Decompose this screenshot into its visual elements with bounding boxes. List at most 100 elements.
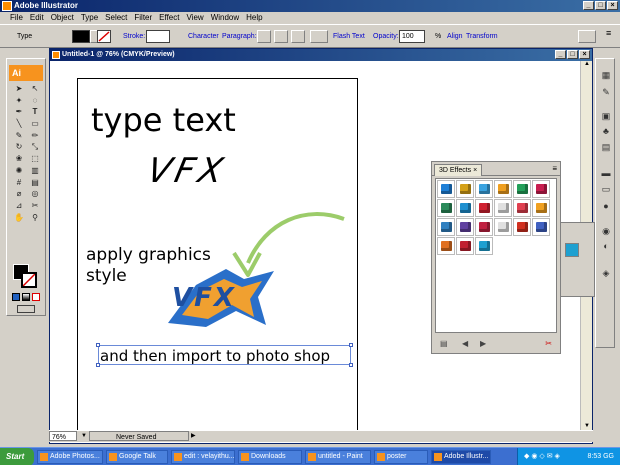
graphic-style-swatch[interactable] [532, 180, 550, 198]
graphic-style-swatch[interactable] [513, 218, 531, 236]
hand-tool-icon[interactable]: ✋ [11, 212, 27, 224]
menu-effect[interactable]: Effect [159, 12, 179, 24]
control-options-button[interactable] [578, 30, 596, 43]
taskbar-button-google-talk[interactable]: Google Talk [106, 449, 168, 464]
selection-handle[interactable] [96, 363, 100, 367]
pen-tool-icon[interactable]: ✒ [11, 106, 27, 118]
next-arrow-icon[interactable]: ▶ [480, 339, 486, 348]
menu-help[interactable]: Help [246, 12, 262, 24]
vfx-styled-text[interactable]: VFX [172, 283, 236, 313]
appearance-panel-icon[interactable]: ● [600, 200, 612, 212]
menu-window[interactable]: Window [211, 12, 239, 24]
zoom-dropdown-icon[interactable]: ▼ [81, 431, 87, 442]
color-mode-button[interactable] [12, 293, 20, 301]
graphic-style-swatch[interactable] [475, 199, 493, 217]
graphic-style-swatch[interactable] [494, 199, 512, 217]
type-tool-icon[interactable]: T [27, 106, 43, 118]
break-link-icon[interactable]: ✂ [545, 339, 552, 348]
graphic-style-swatch[interactable] [437, 237, 455, 255]
menu-edit[interactable]: Edit [30, 12, 44, 24]
previous-arrow-icon[interactable]: ◀ [462, 339, 468, 348]
color-panel-icon[interactable]: ◉ [600, 225, 612, 237]
rectangle-tool-icon[interactable]: ▭ [27, 118, 43, 130]
gradient-mode-button[interactable] [22, 293, 30, 301]
graphic-style-swatch[interactable] [475, 237, 493, 255]
scissors-tool-icon[interactable]: ✂ [27, 200, 43, 212]
flash-text-link[interactable]: Flash Text [333, 33, 365, 40]
menu-view[interactable]: View [186, 12, 203, 24]
maximize-button[interactable]: □ [595, 1, 606, 10]
graphic-style-swatch[interactable] [513, 180, 531, 198]
selection-tool-icon[interactable]: ➤ [11, 83, 27, 95]
rotate-tool-icon[interactable]: ↻ [11, 141, 27, 153]
gradient-tool-icon[interactable]: ▤ [27, 177, 43, 189]
graphic-style-swatch[interactable] [532, 199, 550, 217]
close-button[interactable]: × [607, 1, 618, 10]
menu-select[interactable]: Select [105, 12, 127, 24]
graphic-style-swatch[interactable] [456, 218, 474, 236]
selection-handle[interactable] [349, 343, 353, 347]
graphic-style-swatch[interactable] [475, 180, 493, 198]
paragraph-link[interactable]: Paragraph: [222, 33, 257, 40]
line-tool-icon[interactable]: ╲ [11, 118, 27, 130]
menu-type[interactable]: Type [81, 12, 98, 24]
fill-color-swatch[interactable] [72, 30, 90, 43]
selection-handle[interactable] [96, 343, 100, 347]
status-menu-arrow-icon[interactable]: ▶ [191, 431, 196, 442]
menu-object[interactable]: Object [51, 12, 74, 24]
graphic-style-swatch[interactable] [437, 180, 455, 198]
gradient-panel-icon[interactable]: ▬ [600, 167, 612, 179]
slice-tool-icon[interactable]: ⊿ [11, 200, 27, 212]
type-text-label[interactable]: type text [91, 101, 236, 139]
menu-filter[interactable]: Filter [134, 12, 152, 24]
taskbar-button-paint[interactable]: untitled - Paint [305, 449, 371, 464]
graphic-style-swatch[interactable] [456, 199, 474, 217]
3d-effects-tab[interactable]: 3D Effects × [434, 164, 483, 176]
direct-selection-tool-icon[interactable]: ↖ [27, 83, 43, 95]
swatches-panel-icon[interactable]: ▦ [600, 69, 612, 81]
taskbar-button-photoshop[interactable]: Adobe Photos... [37, 449, 103, 464]
stroke-panel-icon[interactable]: ▤ [600, 141, 612, 153]
save-status-field[interactable]: Never Saved [89, 431, 189, 441]
zoom-tool-icon[interactable]: ⚲ [27, 212, 43, 224]
menu-file[interactable]: File [10, 12, 23, 24]
flyout-style-swatch[interactable] [565, 243, 579, 257]
color-guide-panel-icon[interactable]: ◐ [600, 240, 612, 252]
symbol-sprayer-tool-icon[interactable]: ✺ [11, 165, 27, 177]
graphic-style-swatch[interactable] [456, 237, 474, 255]
graphic-style-swatch[interactable] [475, 218, 493, 236]
taskbar-button-poster[interactable]: poster [374, 449, 428, 464]
free-transform-tool-icon[interactable]: ⬚ [27, 153, 43, 165]
symbols-panel-icon[interactable]: ♣ [600, 125, 612, 137]
blend-tool-icon[interactable]: ◎ [27, 188, 43, 200]
transparency-panel-icon[interactable]: ▭ [600, 183, 612, 195]
eyedropper-tool-icon[interactable]: ⌀ [11, 188, 27, 200]
paintbrush-tool-icon[interactable]: ✎ [11, 130, 27, 142]
layers-panel-icon[interactable]: ◈ [600, 267, 612, 279]
graphic-style-swatch[interactable] [456, 180, 474, 198]
graphic-style-swatch[interactable] [513, 199, 531, 217]
apply-graphics-line1[interactable]: apply graphics [86, 245, 211, 266]
taskbar-button-illustrator[interactable]: Adobe Illustr... [431, 449, 491, 464]
vfx-plain-text[interactable]: VFX [144, 151, 231, 191]
none-mode-button[interactable] [32, 293, 40, 301]
taskbar-button-downloads[interactable]: Downloads [238, 449, 302, 464]
warp-tool-icon[interactable]: ❀ [11, 153, 27, 165]
opacity-link[interactable]: Opacity: [373, 33, 399, 40]
text-selection-box[interactable]: and then import to photo shop [96, 343, 353, 367]
graphic-style-swatch[interactable] [494, 218, 512, 236]
doc-close-button[interactable]: × [579, 50, 590, 59]
scroll-up-arrow-icon[interactable]: ▲ [582, 61, 592, 71]
align-center-button[interactable] [274, 30, 288, 43]
graphic-style-swatch[interactable] [437, 199, 455, 217]
transform-link[interactable]: Transform [466, 33, 498, 40]
doc-minimize-button[interactable]: _ [555, 50, 566, 59]
character-link[interactable]: Character [188, 33, 219, 40]
envelope-button[interactable] [310, 30, 328, 43]
lasso-tool-icon[interactable]: ◌ [27, 95, 43, 107]
fill-stroke-widget[interactable] [11, 264, 43, 288]
stroke-swatch[interactable] [21, 272, 37, 288]
scale-tool-icon[interactable]: ⤡ [27, 141, 43, 153]
minimize-button[interactable]: _ [583, 1, 594, 10]
screen-mode-button[interactable] [17, 305, 35, 313]
